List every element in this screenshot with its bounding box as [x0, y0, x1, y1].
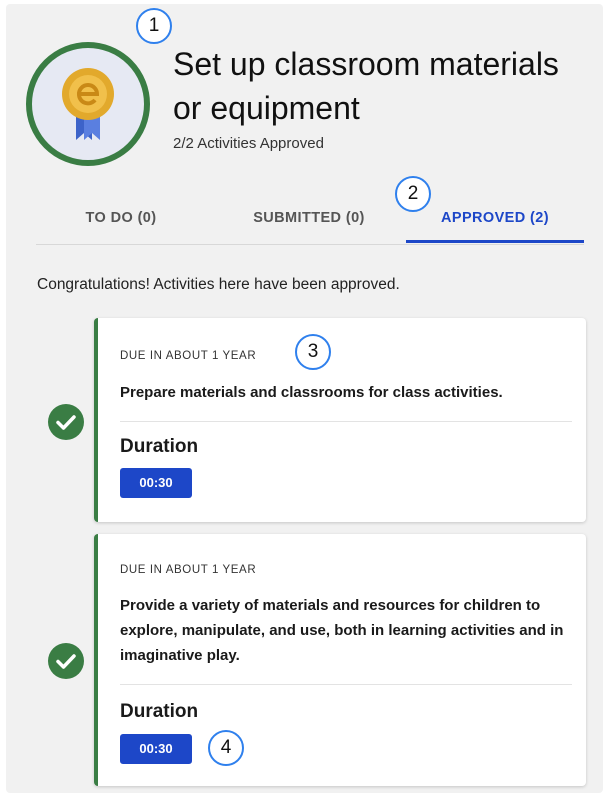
due-date: DUE IN ABOUT 1 YEAR: [120, 564, 257, 576]
duration-value: 00:30: [120, 734, 192, 764]
divider: [120, 421, 572, 422]
duration-label: Duration: [120, 436, 199, 457]
duration-label: Duration: [120, 701, 199, 722]
tab-approved[interactable]: APPROVED (2): [406, 194, 584, 243]
annotation-marker-4: 4: [208, 730, 244, 766]
achievement-badge: [26, 42, 150, 166]
duration-value: 00:30: [120, 468, 192, 498]
divider: [120, 684, 572, 685]
status-tabs: TO DO (0) SUBMITTED (0) APPROVED (2): [36, 194, 584, 245]
check-circle-icon: [48, 643, 84, 679]
page-title: Set up classroom materials or equipment: [173, 46, 559, 126]
activity-description: Prepare materials and classrooms for cla…: [120, 384, 503, 401]
check-circle-icon: [48, 404, 84, 440]
ribbon-medal-icon: [62, 68, 114, 140]
approval-progress: 2/2 Activities Approved: [173, 135, 324, 152]
approval-message: Congratulations! Activities here have be…: [37, 276, 400, 293]
activity-card[interactable]: DUE IN ABOUT 1 YEAR Provide a variety of…: [94, 534, 586, 786]
activity-description: Provide a variety of materials and resou…: [120, 597, 564, 664]
activity-panel: Set up classroom materials or equipment …: [6, 4, 603, 793]
annotation-marker-3: 3: [295, 334, 331, 370]
annotation-marker-1: 1: [136, 8, 172, 44]
activity-card[interactable]: DUE IN ABOUT 1 YEAR Prepare materials an…: [94, 318, 586, 522]
due-date: DUE IN ABOUT 1 YEAR: [120, 350, 257, 362]
annotation-marker-2: 2: [395, 176, 431, 212]
tab-submitted[interactable]: SUBMITTED (0): [234, 194, 384, 242]
tab-to-do[interactable]: TO DO (0): [66, 194, 176, 242]
